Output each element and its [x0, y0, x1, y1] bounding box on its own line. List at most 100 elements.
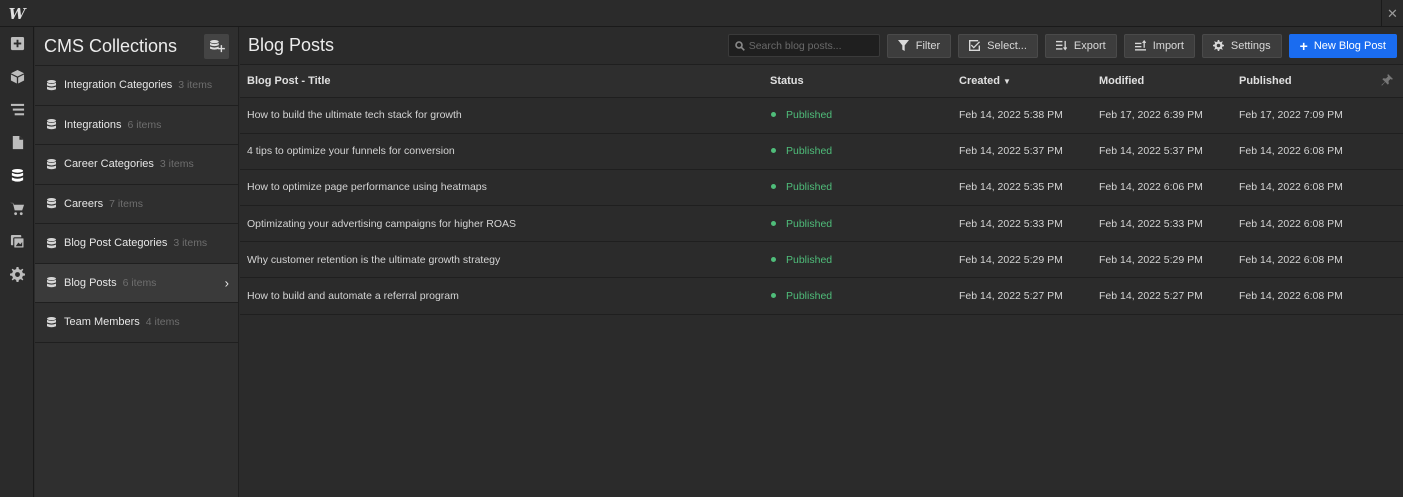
search-box[interactable]: [727, 34, 880, 57]
export-label: Export: [1073, 39, 1106, 52]
export-button[interactable]: Export: [1044, 33, 1117, 58]
status-label: Published: [786, 145, 833, 158]
column-header-status[interactable]: Status: [763, 65, 952, 98]
modified-cell: Feb 14, 2022 5:33 PM: [1092, 205, 1232, 243]
collection-count: 4 items: [145, 316, 180, 329]
table-row[interactable]: 4 tips to optimize your funnels for conv…: [240, 133, 1403, 170]
collection-item[interactable]: Blog Post Categories 3 items: [35, 224, 238, 264]
database-icon: [47, 119, 56, 130]
collections-list: Integration Categories 3 items Integration…: [35, 66, 238, 343]
table-row[interactable]: How to optimize page performance using h…: [240, 169, 1403, 207]
table-body: How to build the ultimate tech stack for…: [240, 97, 1403, 315]
collection-item[interactable]: Integrations 6 items: [35, 106, 238, 145]
filter-button[interactable]: Filter: [886, 33, 952, 58]
created-cell: Feb 14, 2022 5:37 PM: [952, 133, 1092, 170]
created-cell: Feb 14, 2022 5:29 PM: [952, 241, 1092, 279]
created-cell: Feb 14, 2022 5:38 PM: [952, 97, 1092, 134]
export-icon: [1055, 40, 1067, 51]
collection-count: 6 items: [127, 118, 162, 131]
filter-label: Filter: [915, 39, 941, 52]
table-header-row: Blog Post - Title Status Created ▼ Modifi…: [240, 65, 1403, 98]
settings-button[interactable]: Settings: [1201, 33, 1282, 58]
navigator-icon[interactable]: [0, 93, 34, 126]
column-header-created[interactable]: Created ▼: [952, 65, 1092, 98]
status-label: Published: [786, 109, 833, 122]
search-input[interactable]: [748, 39, 869, 52]
created-cell: Feb 14, 2022 5:33 PM: [952, 205, 1092, 243]
status-label: Published: [786, 217, 833, 230]
database-icon: [47, 158, 56, 170]
post-title-cell[interactable]: 4 tips to optimize your funnels for conv…: [240, 133, 763, 170]
status-dot-icon: [771, 148, 776, 154]
components-icon[interactable]: [0, 60, 34, 93]
checkbox-icon: [969, 40, 981, 51]
status-cell: Published: [763, 205, 952, 243]
collection-count: 3 items: [159, 158, 194, 171]
status-dot-icon: [771, 293, 776, 299]
status-cell: Published: [763, 169, 952, 207]
collection-item[interactable]: Team Members 4 items: [35, 303, 238, 343]
table-row[interactable]: Optimizating your advertising campaigns …: [240, 205, 1403, 243]
settings-icon[interactable]: [0, 258, 34, 291]
collection-item[interactable]: Career Categories 3 items: [35, 145, 238, 185]
page-title: Blog Posts: [248, 35, 335, 55]
main-header: Blog Posts Filter Select... Export Impor…: [240, 27, 1403, 65]
blog-posts-panel: Blog Posts Filter Select... Export Impor…: [240, 27, 1403, 497]
ecommerce-icon[interactable]: [0, 192, 34, 225]
column-header-modified[interactable]: Modified: [1092, 65, 1232, 98]
top-bar: W ✕: [0, 0, 1403, 27]
select-button[interactable]: Select...: [958, 33, 1038, 58]
collection-count: 7 items: [109, 197, 143, 210]
collection-name: Integration Categories: [64, 79, 173, 92]
filter-icon: [897, 40, 909, 51]
modified-cell: Feb 14, 2022 5:29 PM: [1092, 241, 1232, 279]
sort-down-icon: ▼: [1002, 76, 1011, 86]
pin-icon[interactable]: [1381, 74, 1393, 89]
assets-icon[interactable]: [0, 225, 34, 258]
status-dot-icon: [771, 256, 776, 262]
column-published-label: Published: [1239, 74, 1292, 87]
post-title-cell[interactable]: Optimizating your advertising campaigns …: [240, 205, 763, 243]
published-cell: Feb 14, 2022 6:08 PM: [1232, 277, 1403, 315]
published-cell: Feb 14, 2022 6:08 PM: [1232, 133, 1403, 170]
cms-collections-panel: CMS Collections Integration Categories 3 …: [35, 27, 239, 497]
collection-item[interactable]: Careers 7 items: [35, 185, 238, 224]
add-collection-button[interactable]: [204, 33, 229, 59]
close-icon[interactable]: ✕: [1381, 0, 1403, 27]
select-label: Select...: [987, 39, 1027, 52]
status-cell: Published: [763, 133, 952, 170]
collection-item[interactable]: Blog Posts 6 items ›: [35, 263, 238, 303]
chevron-right-icon[interactable]: ›: [225, 275, 229, 290]
column-header-published[interactable]: Published: [1232, 65, 1403, 98]
collection-name: Team Members: [64, 316, 140, 329]
post-title-cell[interactable]: Why customer retention is the ultimate g…: [240, 241, 763, 279]
import-button[interactable]: Import: [1123, 33, 1195, 58]
settings-label: Settings: [1230, 39, 1271, 52]
collections-header: CMS Collections: [35, 27, 238, 66]
table-row[interactable]: How to build the ultimate tech stack for…: [240, 97, 1403, 134]
table-row[interactable]: Why customer retention is the ultimate g…: [240, 241, 1403, 279]
webflow-logo[interactable]: W: [0, 0, 34, 27]
collection-item[interactable]: Integration Categories 3 items: [35, 66, 238, 106]
modified-cell: Feb 14, 2022 5:27 PM: [1092, 277, 1232, 315]
collections-title: CMS Collections: [44, 35, 178, 56]
column-created-label: Created: [959, 74, 1000, 87]
new-blog-post-button[interactable]: + New Blog Post: [1288, 33, 1397, 58]
collection-name: Blog Posts: [64, 276, 117, 289]
post-title-cell[interactable]: How to optimize page performance using h…: [240, 169, 763, 207]
column-header-title[interactable]: Blog Post - Title: [240, 65, 763, 98]
new-blog-post-label: New Blog Post: [1313, 39, 1386, 52]
table-row[interactable]: How to build and automate a referral pro…: [240, 277, 1403, 315]
post-title-cell[interactable]: How to build the ultimate tech stack for…: [240, 97, 763, 134]
post-title-cell[interactable]: How to build and automate a referral pro…: [240, 277, 763, 315]
add-collection-icon: [209, 40, 225, 53]
status-dot-icon: [771, 184, 776, 190]
add-panel-icon[interactable]: [0, 27, 34, 60]
status-label: Published: [786, 253, 833, 266]
published-cell: Feb 14, 2022 6:08 PM: [1232, 169, 1403, 207]
modified-cell: Feb 17, 2022 6:39 PM: [1092, 97, 1232, 134]
column-title-label: Blog Post - Title: [247, 74, 331, 87]
pages-icon[interactable]: [0, 126, 34, 159]
cms-icon[interactable]: [0, 159, 34, 192]
blog-posts-table: Blog Post - Title Status Created ▼ Modifi…: [240, 65, 1403, 315]
